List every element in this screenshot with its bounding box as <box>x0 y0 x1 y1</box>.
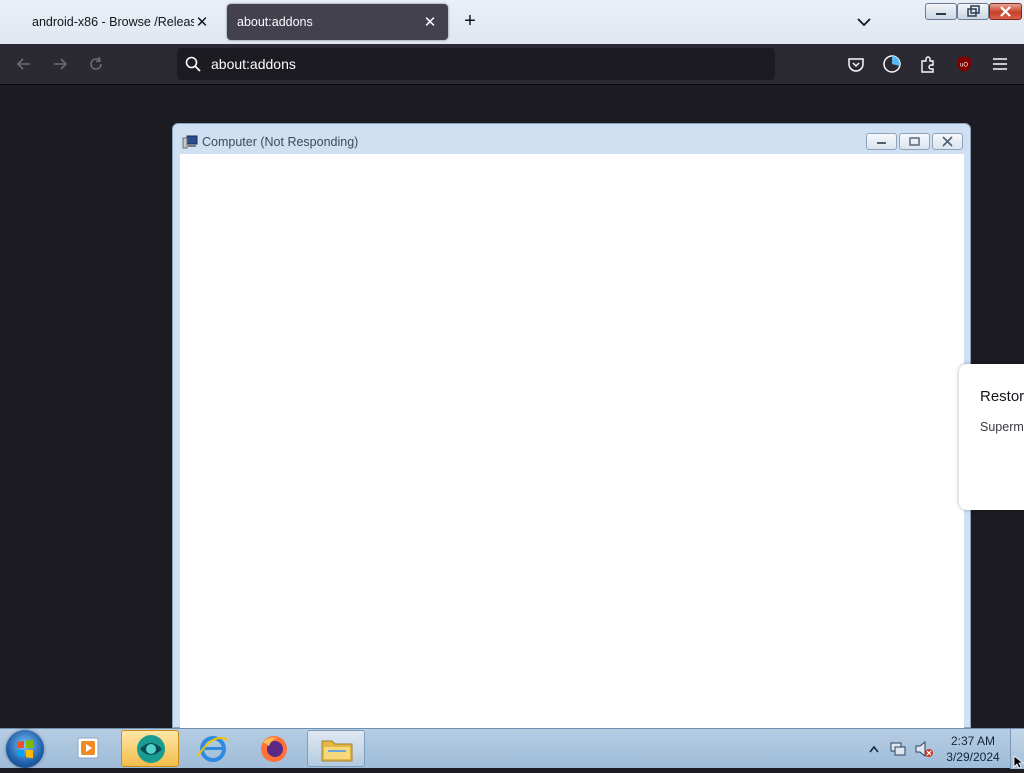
taskbar-firefox[interactable] <box>245 730 303 767</box>
pocket-icon[interactable] <box>846 54 866 74</box>
forward-arrow-icon[interactable] <box>50 54 70 74</box>
url-bar[interactable]: about:addons <box>177 48 775 80</box>
app-blue-icon <box>137 735 165 763</box>
restore-button[interactable] <box>957 3 989 20</box>
network-icon[interactable] <box>888 729 908 769</box>
popup-title: Restor <box>980 388 1024 405</box>
browser-titlebar: android-x86 - Browse /Release ✕ about:ad… <box>0 0 1024 44</box>
hamburger-menu-icon[interactable] <box>990 54 1010 74</box>
tab-label: android-x86 - Browse /Release <box>32 15 194 29</box>
svg-text:uO: uO <box>960 63 968 69</box>
taskbar: 2:37 AM 3/29/2024 <box>0 728 1024 769</box>
tab-android-x86[interactable]: android-x86 - Browse /Release ✕ <box>22 4 220 40</box>
back-arrow-icon[interactable] <box>14 54 34 74</box>
taskbar-internet-explorer[interactable] <box>184 730 242 767</box>
media-player-icon <box>77 737 99 759</box>
popup-subtitle: Superm <box>980 420 1024 434</box>
chevron-down-icon[interactable] <box>854 12 874 32</box>
window-body <box>180 154 964 729</box>
ublock-origin-icon[interactable]: uO <box>954 54 974 74</box>
window-minimize-button[interactable] <box>866 133 897 150</box>
close-button[interactable] <box>989 3 1022 20</box>
taskbar-file-explorer[interactable] <box>307 730 365 767</box>
window-restore-button[interactable] <box>899 133 930 150</box>
tab-close-icon[interactable]: ✕ <box>422 13 438 31</box>
tab-about-addons[interactable]: about:addons ✕ <box>227 4 448 40</box>
volume-muted-icon[interactable] <box>913 729 935 769</box>
start-button[interactable] <box>6 730 44 768</box>
navigation-toolbar: about:addons uO <box>0 44 1024 85</box>
tab-close-icon[interactable]: ✕ <box>194 13 210 31</box>
taskbar-media-player[interactable] <box>60 730 118 767</box>
windows-logo-icon <box>17 739 33 759</box>
window-close-button[interactable] <box>932 133 963 150</box>
minimize-button[interactable] <box>925 3 957 20</box>
extensions-puzzle-icon[interactable] <box>918 54 938 74</box>
search-icon <box>185 56 201 72</box>
reload-icon[interactable] <box>86 54 106 74</box>
taskbar-active-app[interactable] <box>121 730 179 767</box>
profile-progress-icon[interactable] <box>882 54 902 74</box>
internet-explorer-icon <box>197 736 229 762</box>
show-hidden-icons-icon[interactable] <box>866 729 882 769</box>
restore-session-popup: Restor Superm <box>959 364 1024 510</box>
url-text[interactable]: about:addons <box>211 56 296 72</box>
window-title: Computer (Not Responding) <box>202 135 359 149</box>
clock-date: 3/29/2024 <box>946 750 1000 764</box>
computer-window: Computer (Not Responding) <box>172 123 971 729</box>
clock-time: 2:37 AM <box>950 734 996 748</box>
mouse-cursor-icon <box>1013 756 1024 768</box>
system-clock[interactable]: 2:37 AM 3/29/2024 <box>940 733 1006 765</box>
new-tab-button[interactable]: + <box>458 10 482 34</box>
firefox-icon <box>261 736 287 762</box>
folder-icon <box>321 740 353 762</box>
computer-icon <box>182 135 198 149</box>
tab-label: about:addons <box>237 15 313 29</box>
